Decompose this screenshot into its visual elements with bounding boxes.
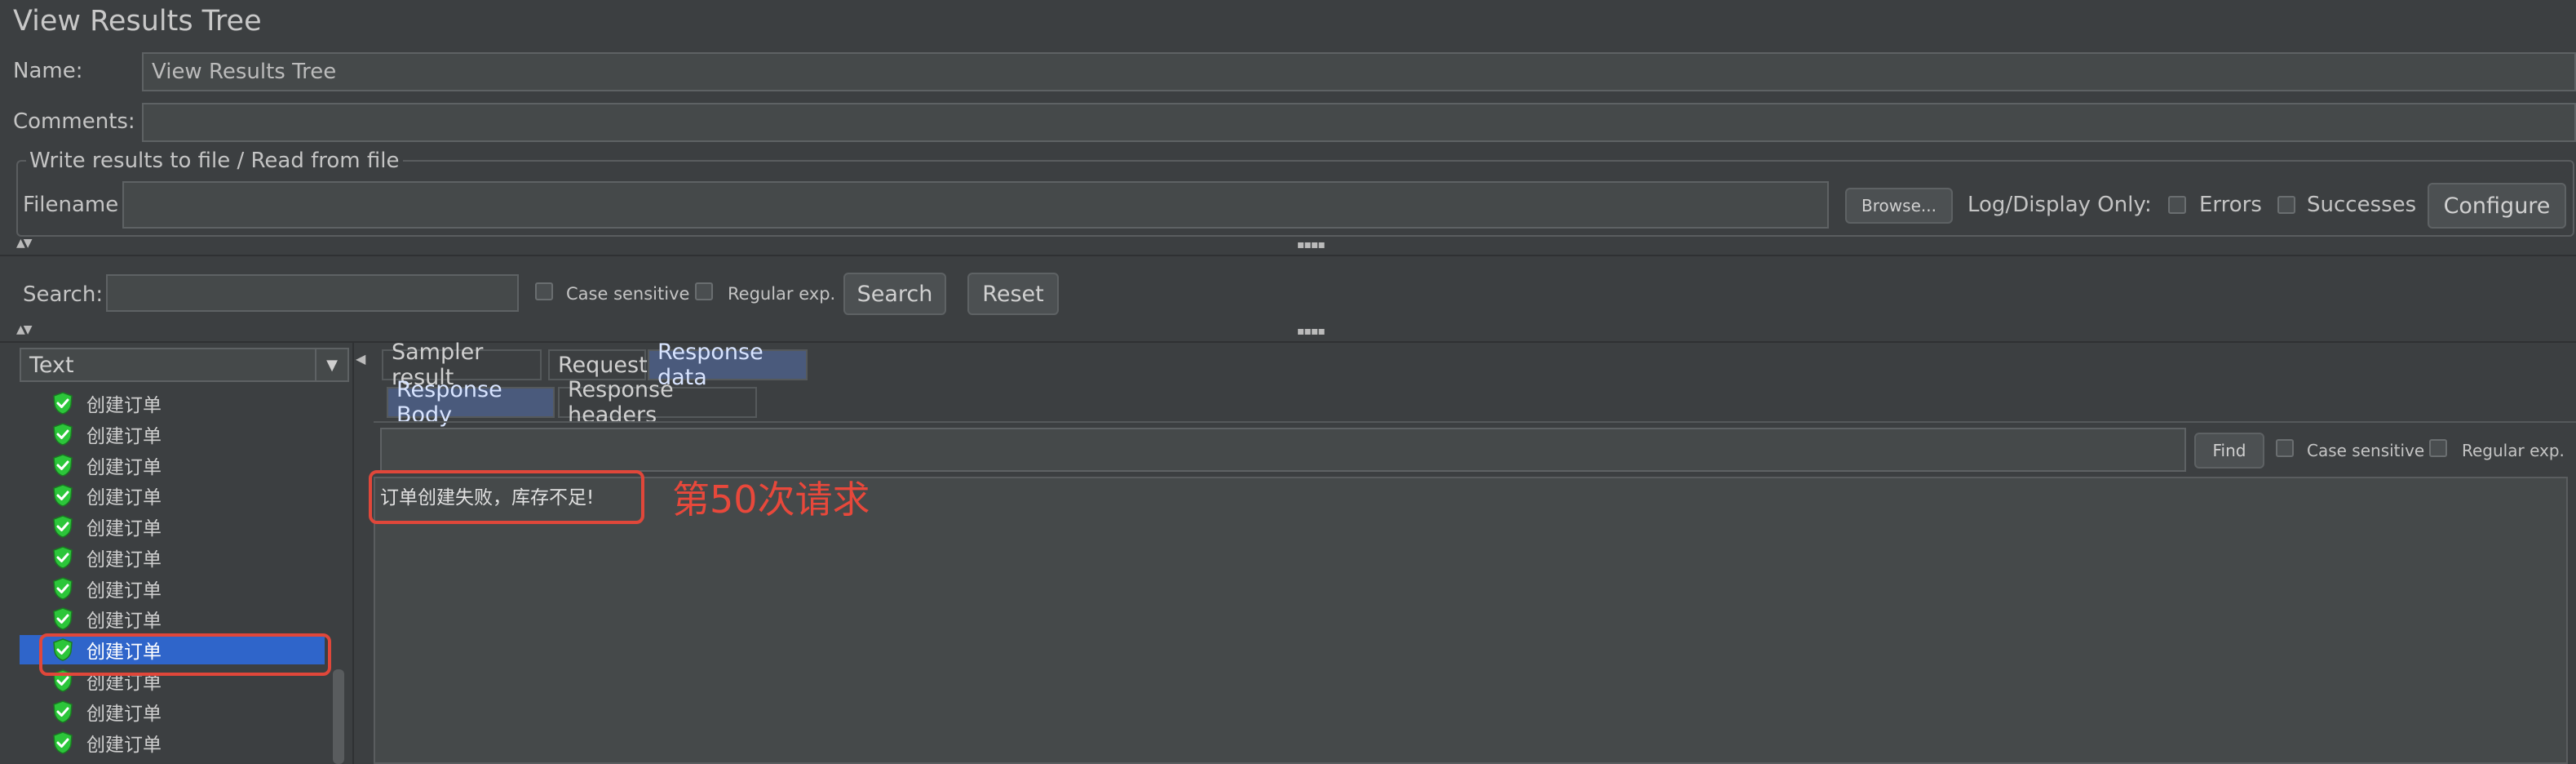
tree-item-label: 创建订单 [86, 549, 162, 571]
tree-item[interactable]: 创建订单 [20, 420, 325, 449]
success-shield-icon [53, 607, 73, 630]
results-tree[interactable]: 创建订单 创建订单 创建订单 创建订单 创建订单 创建订单 创建订单 创建订单 创建订单 创建订单… [20, 389, 354, 764]
tree-scrollbar[interactable] [333, 669, 344, 764]
filename-label: Filename [23, 193, 119, 217]
errors-label: Errors [2199, 193, 2262, 217]
tree-item[interactable]: 创建订单 [20, 728, 325, 757]
tree-item-label: 创建订单 [86, 611, 162, 632]
find-case-sensitive-checkbox[interactable] [2276, 439, 2294, 457]
find-button[interactable]: Find [2194, 433, 2264, 469]
success-shield-icon [53, 515, 73, 538]
tree-item[interactable]: 创建订单 [20, 543, 325, 572]
splitter-line [0, 341, 2576, 343]
search-label: Search: [23, 282, 104, 307]
splitter-grip-icon[interactable]: ▪▪▪▪ [1297, 238, 1326, 251]
renderer-select-value: Text [29, 352, 74, 378]
subtab-response-headers[interactable]: Response headers [558, 377, 757, 428]
name-field[interactable]: View Results Tree [142, 52, 2576, 91]
tree-item[interactable]: 创建订单 [20, 697, 325, 726]
collapse-left-icon[interactable]: ◀ [356, 351, 365, 366]
find-input[interactable] [380, 428, 2186, 472]
browse-button[interactable]: Browse... [1845, 188, 1953, 224]
tab-divider [374, 421, 2576, 423]
find-regex-checkbox[interactable] [2429, 439, 2447, 457]
tree-item[interactable]: 创建订单 [20, 389, 325, 418]
annotation-label: 第50次请求 [672, 478, 870, 522]
success-shield-icon [53, 423, 73, 446]
tree-item[interactable]: 创建订单 [20, 451, 325, 480]
success-shield-icon [53, 546, 73, 569]
splitter-line [0, 255, 2576, 256]
tree-item-label: 创建订单 [86, 580, 162, 602]
tab-response-data[interactable]: Response data [648, 340, 808, 390]
tree-item[interactable]: 创建订单 [20, 512, 325, 541]
errors-checkbox[interactable] [2168, 196, 2186, 214]
tree-item[interactable]: 创建订单 [20, 481, 325, 510]
successes-label: Successes [2307, 193, 2417, 217]
successes-checkbox[interactable] [2277, 196, 2295, 214]
success-shield-icon [53, 392, 73, 415]
search-case-sensitive-label: Case sensitive [566, 284, 690, 304]
chevron-down-icon[interactable]: ▼ [315, 349, 347, 380]
tab-sampler-result[interactable]: Sampler result [382, 340, 542, 390]
tree-item[interactable]: 创建订单 [20, 574, 325, 603]
success-shield-icon [53, 731, 73, 754]
tree-item-label: 创建订单 [86, 518, 162, 540]
find-regex-label: Regular exp. [2462, 441, 2565, 460]
success-shield-icon [53, 577, 73, 600]
reset-button[interactable]: Reset [967, 273, 1059, 315]
file-group-title: Write results to file / Read from file [26, 149, 403, 173]
configure-button[interactable]: Configure [2428, 183, 2566, 229]
renderer-select[interactable]: Text ▼ [20, 348, 349, 382]
log-display-label: Log/Display Only: [1967, 193, 2152, 217]
subtab-response-body[interactable]: Response Body [387, 377, 555, 428]
tree-item-label: 创建订单 [86, 704, 162, 725]
tree-item[interactable]: 创建订单 [20, 604, 325, 633]
search-case-sensitive-checkbox[interactable] [535, 282, 553, 300]
name-label: Name: [13, 59, 83, 83]
splitter-arrows-icon[interactable]: ▲▼ [16, 237, 32, 250]
tree-item-label: 创建订单 [86, 395, 162, 416]
search-regex-label: Regular exp. [728, 284, 836, 304]
tab-request[interactable]: Request [548, 349, 648, 380]
success-shield-icon [53, 454, 73, 477]
tree-highlight-box [39, 633, 331, 676]
tree-item-label: 创建订单 [86, 735, 162, 756]
comments-label: Comments: [13, 109, 135, 134]
search-button[interactable]: Search [843, 273, 946, 315]
splitter-arrows-icon[interactable]: ▲▼ [16, 323, 32, 336]
search-regex-checkbox[interactable] [695, 282, 713, 300]
tree-item-label: 创建订单 [86, 487, 162, 509]
success-shield-icon [53, 700, 73, 723]
find-case-sensitive-label: Case sensitive [2307, 441, 2425, 460]
window-title: View Results Tree [13, 5, 262, 38]
tree-item-label: 创建订单 [86, 457, 162, 478]
comments-field[interactable] [142, 103, 2576, 142]
success-shield-icon [53, 484, 73, 507]
splitter-grip-icon[interactable]: ▪▪▪▪ [1297, 325, 1326, 338]
search-input[interactable] [106, 274, 519, 312]
response-highlight-box [369, 470, 644, 524]
filename-input[interactable] [122, 181, 1829, 229]
tree-item-label: 创建订单 [86, 426, 162, 447]
